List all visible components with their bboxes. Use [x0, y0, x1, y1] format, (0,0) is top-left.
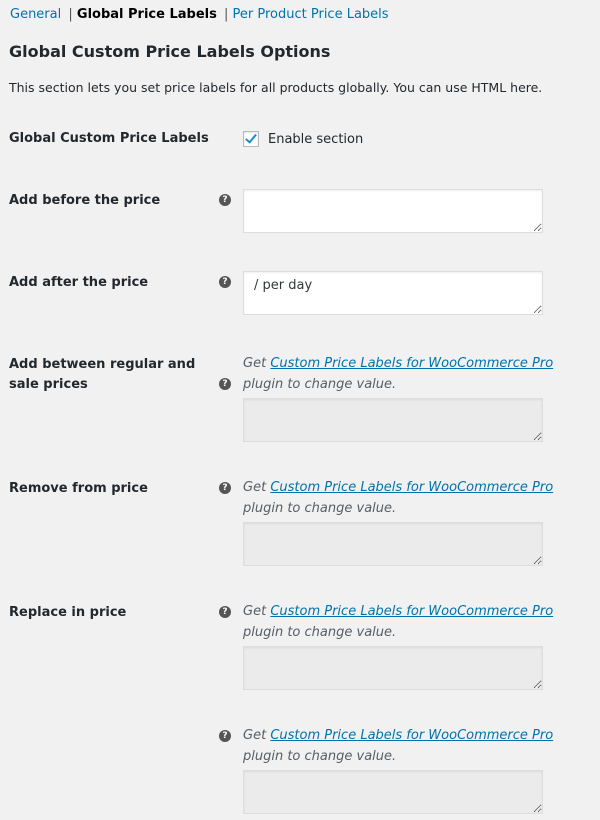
pro-note-suffix: plugin to change value.	[243, 377, 397, 392]
before-price-textarea[interactable]	[243, 189, 543, 233]
pro-upgrade-note: Get Custom Price Labels for WooCommerce …	[243, 725, 593, 767]
remove-from-price-label: Remove from price	[9, 481, 148, 496]
after-price-field: / per day	[243, 271, 543, 315]
help-icon[interactable]: ?	[219, 378, 231, 390]
nav-separator: |	[223, 7, 229, 22]
pro-note-suffix: plugin to change value.	[243, 501, 397, 516]
enable-row-label: Global Custom Price Labels	[9, 131, 209, 146]
pro-plugin-link[interactable]: Custom Price Labels for WooCommerce Pro	[270, 356, 553, 371]
after-price-label: Add after the price	[9, 275, 149, 290]
pro-upgrade-note: Get Custom Price Labels for WooCommerce …	[243, 601, 593, 643]
before-price-field	[243, 189, 543, 233]
pro-note-suffix: plugin to change value.	[243, 625, 397, 640]
nav-per-product-link[interactable]: Per Product Price Labels	[233, 7, 389, 22]
pro-plugin-link[interactable]: Custom Price Labels for WooCommerce Pro	[270, 728, 553, 743]
help-icon[interactable]: ?	[219, 482, 231, 494]
replace-in-price-field: Get Custom Price Labels for WooCommerce …	[243, 601, 593, 690]
pro-upgrade-note: Get Custom Price Labels for WooCommerce …	[243, 353, 593, 395]
after-price-textarea[interactable]: / per day	[243, 271, 543, 315]
pro-note-prefix: Get	[243, 604, 271, 619]
pro-note-prefix: Get	[243, 480, 271, 495]
page-title: Global Custom Price Labels Options	[9, 42, 331, 61]
enable-section-label[interactable]: Enable section	[268, 132, 363, 147]
between-prices-textarea	[243, 398, 543, 442]
pro-plugin-link[interactable]: Custom Price Labels for WooCommerce Pro	[270, 604, 553, 619]
enable-section-control[interactable]: Enable section	[243, 131, 363, 147]
nav-global-current[interactable]: Global Price Labels	[77, 7, 217, 22]
pro-note-suffix: plugin to change value.	[243, 749, 397, 764]
replace-in-price-textarea	[243, 646, 543, 690]
nav-separator: |	[68, 7, 73, 22]
replace-in-price-label: Replace in price	[9, 605, 127, 620]
replace-with-textarea	[243, 770, 543, 814]
between-prices-label: Add between regular and sale prices	[9, 357, 196, 392]
before-price-label: Add before the price	[9, 193, 161, 208]
pro-note-prefix: Get	[243, 356, 271, 371]
help-icon[interactable]: ?	[219, 606, 231, 618]
pro-plugin-link[interactable]: Custom Price Labels for WooCommerce Pro	[270, 480, 553, 495]
subsubsub-nav: General | Global Price Labels | Per Prod…	[10, 7, 389, 22]
nav-general-link[interactable]: General	[10, 7, 61, 22]
between-prices-field: Get Custom Price Labels for WooCommerce …	[243, 353, 593, 442]
section-description: This section lets you set price labels f…	[9, 80, 543, 95]
help-icon[interactable]: ?	[219, 276, 231, 288]
replace-with-field: Get Custom Price Labels for WooCommerce …	[243, 725, 593, 814]
pro-note-prefix: Get	[243, 728, 271, 743]
enable-section-checkbox[interactable]	[243, 131, 259, 147]
help-icon[interactable]: ?	[219, 194, 231, 206]
help-icon[interactable]: ?	[219, 730, 231, 742]
remove-from-price-field: Get Custom Price Labels for WooCommerce …	[243, 477, 593, 566]
remove-from-price-textarea	[243, 522, 543, 566]
pro-upgrade-note: Get Custom Price Labels for WooCommerce …	[243, 477, 593, 519]
